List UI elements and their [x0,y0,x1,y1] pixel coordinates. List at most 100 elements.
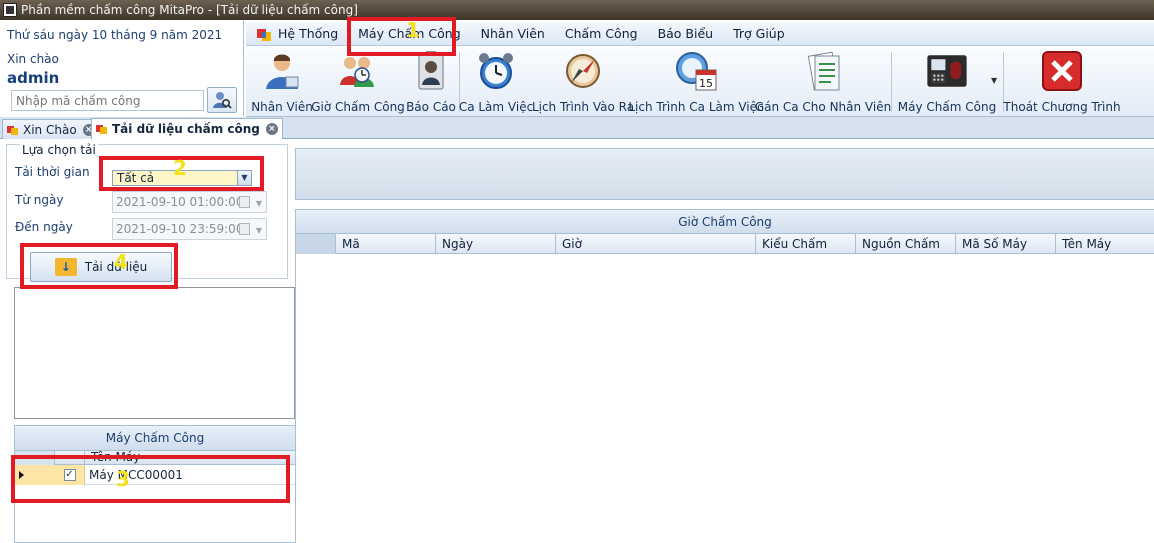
menu-help[interactable]: Trợ Giúp [733,26,785,41]
employee-icon [266,54,299,89]
toolbar-separator [891,52,892,112]
row-check-cell[interactable]: ✓ [55,465,85,485]
main-menu-bar: Hệ Thống Máy Chấm Công Nhân Viên Chấm Cô… [246,22,1154,46]
row-indicator [15,465,55,485]
document-tab-strip: Xin Chào × Tải dữ liệu chấm công × [0,117,1154,139]
column-header-code[interactable]: Mã [336,234,436,254]
chevron-down-icon[interactable]: ▼ [237,171,251,185]
load-options-title: Lựa chọn tải [20,143,98,157]
to-date-label: Đến ngày [15,220,73,234]
tab-download-attendance[interactable]: Tải dữ liệu chấm công × [91,118,283,139]
attendance-grid: Giờ Chấm Công Mã Ngày Giờ Kiểu Chấm Nguồ… [295,209,1154,543]
toolbar-employees-label: Nhân Viên [251,100,313,114]
column-header-time[interactable]: Giờ [556,234,756,254]
current-date: Thứ sáu ngày 10 tháng 9 năm 2021 [7,28,223,42]
machine-name-cell: Máy MCC00001 [89,468,183,482]
menu-employees[interactable]: Nhân Viên [481,26,545,41]
column-header-date[interactable]: Ngày [436,234,556,254]
assign-shift-icon [807,51,840,91]
attendance-time-icon [340,57,374,87]
user-info-panel: Thứ sáu ngày 10 tháng 9 năm 2021 Xin chà… [0,20,244,116]
from-date-picker[interactable]: 2021-09-10 01:00:00 ▼ [112,191,267,213]
toolbar-inout-schedule-label: Lịch Trình Vào Ra [531,100,635,114]
to-date-value: 2021-09-10 23:59:00 [116,222,244,236]
toolbar-time-clock-button[interactable]: Máy Chấm Công [898,46,996,117]
tab-welcome-label: Xin Chào [23,122,77,137]
username: admin [7,69,60,87]
tab-download-attendance-label: Tải dữ liệu chấm công [112,122,260,136]
toolbar-report-button[interactable]: Báo Cáo [406,46,456,117]
column-header-machine-code[interactable]: Mã Số Máy [956,234,1056,254]
load-time-value: Tất cả [117,171,155,185]
ribbon-toolbar: Nhân Viên Giờ Chấm Công Báo Cáo Ca Làm V… [246,46,1154,117]
toolbar-shift-button[interactable]: Ca Làm Việc [459,46,533,117]
toolbar-employees-button[interactable]: Nhân Viên [250,46,314,117]
toolbar-inout-schedule-button[interactable]: Lịch Trình Vào Ra [532,46,634,117]
menu-attendance[interactable]: Chấm Công [565,26,638,41]
machine-name-column-header[interactable]: Tên Máy [91,450,140,464]
calendar-icon[interactable] [239,223,250,235]
compass-schedule-icon [566,54,600,88]
machine-grid-header: Tên Máy [15,450,295,465]
window-title: Phần mềm chấm công MitaPro - [Tải dữ liệ… [21,3,358,17]
machine-panel-title: Máy Chấm Công [15,426,295,451]
download-log-box [14,287,295,419]
load-data-button[interactable]: Tải dữ liệu [30,252,172,282]
tab-welcome[interactable]: Xin Chào × [2,119,100,139]
machine-list-panel: Máy Chấm Công Tên Máy ✓ Máy MCC00001 [14,425,296,543]
column-header-punch-source[interactable]: Nguồn Chấm [856,234,956,254]
from-date-label: Từ ngày [15,193,64,207]
tab-close-icon[interactable]: × [265,123,278,135]
select-all-cell[interactable] [15,451,55,465]
chevron-down-icon[interactable]: ▼ [256,221,262,241]
toolbar-shift-schedule-button[interactable]: 15 Lịch Trình Ca Làm Việc [628,46,764,117]
menu-reports[interactable]: Báo Biểu [658,26,714,41]
column-header-punch-type[interactable]: Kiểu Chấm [756,234,856,254]
employee-search-button[interactable] [207,87,237,113]
menu-system[interactable]: Hệ Thống [278,26,338,41]
toolbar-attendance-time-label: Giờ Chấm Công [311,100,405,114]
alarm-clock-icon [479,53,513,89]
from-date-value: 2021-09-10 01:00:00 [116,195,244,209]
check-column-header[interactable] [55,451,85,465]
toolbar-report-label: Báo Cáo [406,100,456,114]
row-pointer-icon [19,471,24,479]
toolbar-time-clock-label: Máy Chấm Công [897,100,997,114]
chevron-down-icon[interactable]: ▼ [256,194,262,214]
window-title-bar: Phần mềm chấm công MitaPro - [Tải dữ liệ… [0,0,1154,20]
time-clock-dropdown-arrow-icon[interactable]: ▼ [991,76,997,85]
machine-checkbox[interactable]: ✓ [63,469,76,481]
toolbar-exit-button[interactable]: Thoát Chương Trình [1003,46,1121,117]
toolbar-assign-shift-button[interactable]: Gán Ca Cho Nhân Viên [755,46,891,117]
grid-toolbar-area [295,148,1154,200]
calendar-clock-icon: 15 [676,52,717,91]
folder-download-icon [54,258,77,276]
toolbar-attendance-time-button[interactable]: Giờ Chấm Công [311,46,405,117]
load-time-label: Tải thời gian [15,165,90,179]
attendance-grid-header: Mã Ngày Giờ Kiểu Chấm Nguồn Chấm Mã Số M… [296,234,1154,254]
select-all-cell[interactable] [296,234,336,254]
tab-window-icon [7,124,19,136]
toolbar-shift-schedule-label: Lịch Trình Ca Làm Việc [628,100,764,114]
calendar-icon[interactable] [239,196,250,208]
tab-window-icon [96,123,108,135]
load-data-label: Tải dữ liệu [84,260,148,274]
menu-time-clock[interactable]: Máy Chấm Công [358,26,461,41]
column-header-machine-name[interactable]: Tên Máy [1056,234,1154,254]
report-icon [418,51,444,90]
system-menu-icon[interactable] [256,26,272,42]
attendance-grid-title: Giờ Chấm Công [296,209,1154,234]
main-content: Lựa chọn tải Tải thời gian Tất cả ▼ Từ n… [0,140,1154,543]
svg-text:15: 15 [699,77,713,90]
time-clock-device-icon [927,55,967,87]
employee-code-input[interactable] [11,90,204,111]
toolbar-exit-label: Thoát Chương Trình [1003,100,1121,114]
app-logo-icon [3,3,17,17]
load-time-select[interactable]: Tất cả ▼ [112,170,252,186]
greeting-text: Xin chào [7,52,59,66]
user-search-icon [213,92,232,109]
table-row[interactable]: ✓ Máy MCC00001 [15,465,295,485]
exit-icon [1042,51,1082,91]
to-date-picker[interactable]: 2021-09-10 23:59:00 ▼ [112,218,267,240]
toolbar-assign-shift-label: Gán Ca Cho Nhân Viên [754,100,892,114]
